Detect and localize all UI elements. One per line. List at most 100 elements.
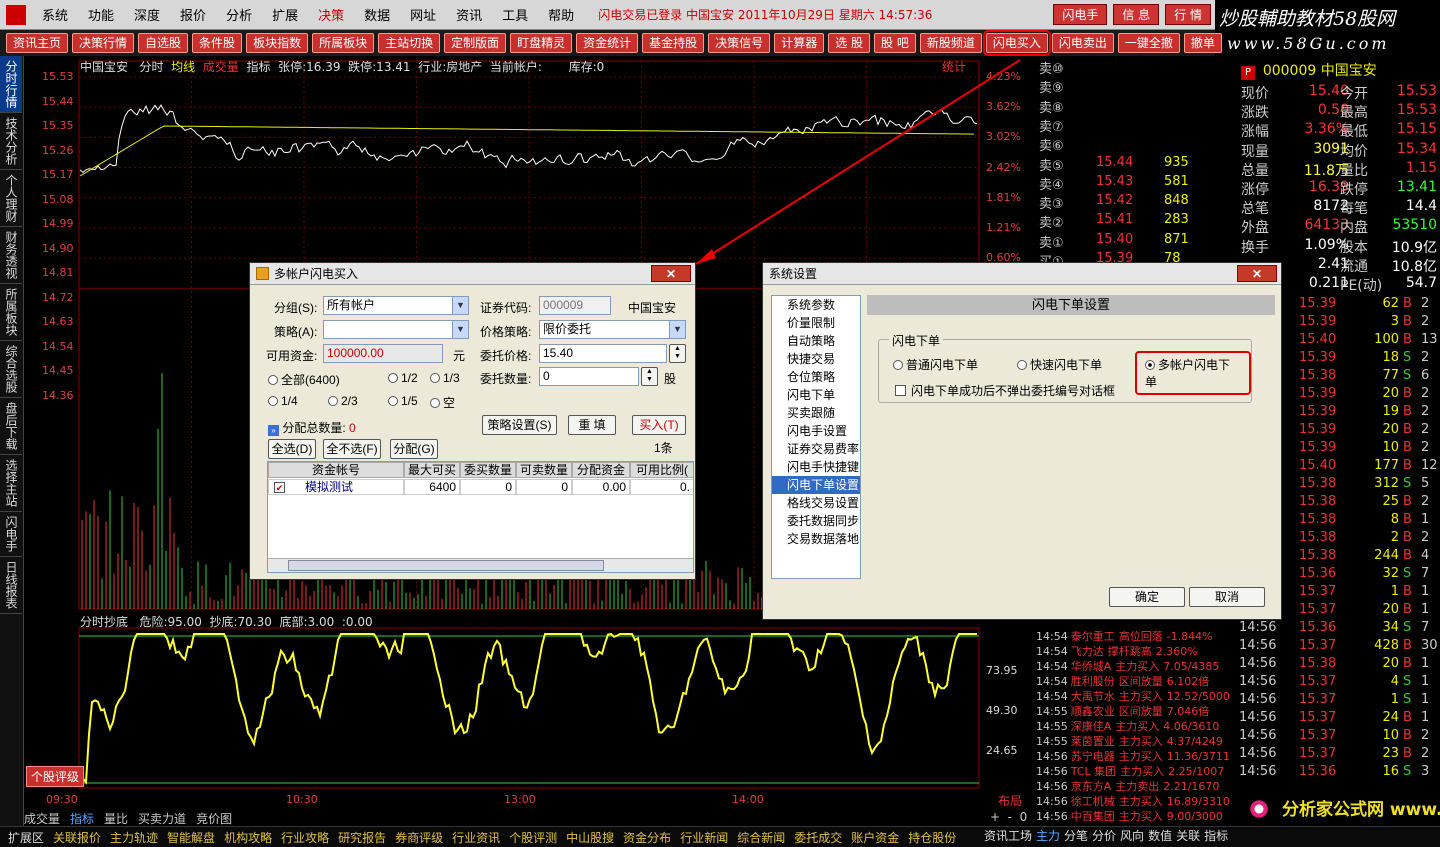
settings-menu-item[interactable]: 闪电手快捷键 bbox=[772, 458, 860, 476]
menu-item[interactable]: 工具 bbox=[492, 5, 538, 24]
toolbar-button[interactable]: 定制版面 bbox=[444, 33, 507, 53]
toolbar-button[interactable]: 决策信号 bbox=[708, 33, 771, 53]
ok-button[interactable]: 确定 bbox=[1109, 587, 1185, 607]
flash-order-mode-radio[interactable]: 多帐户闪电下单 bbox=[1135, 351, 1251, 395]
buy-button[interactable]: 买入(T) bbox=[632, 415, 686, 435]
settings-menu-item[interactable]: 闪电下单设置 bbox=[772, 476, 860, 494]
menu-right-button[interactable]: 行 情 bbox=[1165, 4, 1211, 25]
settings-dialog-titlebar[interactable]: 系统设置 ✕ bbox=[763, 263, 1281, 285]
bottom-bar-item[interactable]: 研究报告 bbox=[338, 829, 386, 846]
news-row[interactable]: 14:54 飞力达 撑杆跳高 2.360% bbox=[1036, 643, 1238, 658]
chart-bottom-tab[interactable]: 量比 bbox=[104, 810, 128, 827]
left-tab[interactable]: 日线报表 bbox=[0, 557, 22, 614]
news-row[interactable]: 14:56 京东方A 主力卖出 2.21/1670 bbox=[1036, 778, 1238, 793]
group-select[interactable]: 所有帐户 ▼ bbox=[323, 296, 469, 315]
toolbar-button[interactable]: 基金持股 bbox=[642, 33, 705, 53]
settings-menu-item[interactable]: 系统参数 bbox=[772, 296, 860, 314]
chart-volume[interactable]: 成交量 bbox=[203, 60, 239, 74]
layout-button[interactable]: 布局 bbox=[998, 792, 1022, 809]
menu-item[interactable]: 功能 bbox=[78, 5, 124, 24]
toolbar-button[interactable]: 计算器 bbox=[774, 33, 825, 53]
right-bottom-tab[interactable]: 主力 bbox=[1036, 827, 1060, 844]
bottom-bar-item[interactable]: 中山股搜 bbox=[566, 829, 614, 846]
no-popup-checkbox[interactable]: 闪电下单成功后不弹出委托编号对话框 bbox=[895, 382, 1115, 399]
menu-item[interactable]: 数据 bbox=[354, 5, 400, 24]
right-bottom-tab[interactable]: 分笔 bbox=[1064, 827, 1088, 844]
news-row[interactable]: 14:55 顺鑫农业 区间放量 7.046倍 bbox=[1036, 703, 1238, 718]
menu-item[interactable]: 帮助 bbox=[538, 5, 584, 24]
radio-circle[interactable] bbox=[388, 373, 398, 383]
radio-circle[interactable] bbox=[893, 360, 903, 370]
collapse-icon[interactable]: » bbox=[268, 425, 279, 436]
book-row[interactable]: 卖② 15.41 283 bbox=[1036, 212, 1214, 231]
book-row[interactable]: 卖⑥ bbox=[1036, 135, 1214, 154]
scrollbar-thumb[interactable] bbox=[288, 560, 604, 571]
news-row[interactable]: 14:55 莱茵置业 主力买入 4.37/4249 bbox=[1036, 733, 1238, 748]
left-tab[interactable]: 技术分析 bbox=[0, 113, 22, 170]
right-bottom-tab[interactable]: 分价 bbox=[1092, 827, 1116, 844]
bottom-bar-item[interactable]: 个股评测 bbox=[509, 829, 557, 846]
account-checkbox[interactable]: ✔ bbox=[274, 482, 285, 493]
news-row[interactable]: 14:55 深康佳A 主力买入 4.06/3610 bbox=[1036, 718, 1238, 733]
chevron-down-icon[interactable]: ▼ bbox=[452, 297, 468, 314]
radio-circle[interactable] bbox=[1017, 360, 1027, 370]
bottom-bar-item[interactable]: 机构攻略 bbox=[224, 829, 272, 846]
select-all-button[interactable]: 全选(D) bbox=[268, 439, 316, 459]
chart-zoom[interactable]: + - 0 bbox=[990, 810, 1027, 824]
left-tab[interactable]: 盘后下载 bbox=[0, 398, 22, 455]
qty-ratio-radio[interactable]: 全部(6400) bbox=[268, 371, 340, 388]
toolbar-button[interactable]: 条件股 bbox=[192, 33, 243, 53]
left-tab[interactable]: 闪电手 bbox=[0, 512, 22, 557]
qty-input[interactable]: 0 bbox=[539, 367, 639, 386]
tick-row[interactable]: 14:56 15.37 4 S 1 bbox=[1237, 674, 1440, 692]
left-tab[interactable]: 分时行情 bbox=[0, 56, 22, 113]
chart-bottom-tab[interactable]: 成交量 bbox=[24, 810, 60, 827]
qty-stepper[interactable]: ▲ ▼ bbox=[641, 367, 658, 386]
settings-menu-item[interactable]: 委托数据同步 bbox=[772, 512, 860, 530]
radio-circle[interactable] bbox=[388, 396, 398, 406]
radio-circle[interactable] bbox=[328, 396, 338, 406]
toolbar-button[interactable]: 所属板块 bbox=[312, 33, 375, 53]
chart-bottom-tab[interactable]: 买卖力道 bbox=[138, 810, 186, 827]
qty-ratio-radio[interactable]: 空 bbox=[430, 394, 455, 411]
settings-menu-item[interactable]: 价量限制 bbox=[772, 314, 860, 332]
news-row[interactable]: 14:56 苏宁电器 主力买入 11.36/3711 bbox=[1036, 748, 1238, 763]
right-bottom-tab[interactable]: 指标 bbox=[1204, 827, 1228, 844]
chevron-down-icon[interactable]: ▼ bbox=[669, 321, 685, 338]
toolbar-button[interactable]: 股 吧 bbox=[874, 33, 916, 53]
menu-item[interactable]: 网址 bbox=[400, 5, 446, 24]
grid-cell[interactable]: 0 bbox=[516, 479, 572, 495]
news-row[interactable]: 14:54 胜利股份 区间放量 6.102倍 bbox=[1036, 673, 1238, 688]
tick-row[interactable]: 14:56 15.37 10 B 2 bbox=[1237, 728, 1440, 746]
menu-item[interactable]: 分析 bbox=[216, 5, 262, 24]
news-feed[interactable]: 14:54 泰尔重工 高位回落 -1.844% 14:54 飞力达 撑杆跳高 2.360% 14… bbox=[1036, 626, 1238, 826]
toolbar-button[interactable]: 资讯主页 bbox=[6, 33, 69, 53]
bottom-bar-item[interactable]: 综合新闻 bbox=[737, 829, 785, 846]
left-tab[interactable]: 所属板块 bbox=[0, 284, 22, 341]
grid-column-header[interactable]: 分配资金 bbox=[572, 462, 630, 478]
strategy-settings-button[interactable]: 策略设置(S) bbox=[482, 415, 557, 435]
menu-right-button[interactable]: 信 息 bbox=[1113, 4, 1160, 25]
toolbar-button[interactable]: 板块指数 bbox=[246, 33, 309, 53]
toolbar-button[interactable]: 选 股 bbox=[828, 33, 871, 53]
book-row[interactable]: 卖⑦ bbox=[1036, 116, 1214, 135]
checkbox-box[interactable] bbox=[895, 385, 906, 396]
toolbar-button[interactable]: 新股频道 bbox=[919, 33, 982, 53]
grid-cell[interactable]: 6400 bbox=[404, 479, 460, 495]
allocate-button[interactable]: 分配(G) bbox=[390, 439, 438, 459]
radio-circle[interactable] bbox=[430, 398, 440, 408]
bottom-bar-item[interactable]: 券商评级 bbox=[395, 829, 443, 846]
settings-menu-item[interactable]: 交易数据落地 bbox=[772, 530, 860, 548]
flash-order-mode-radio[interactable]: 普通闪电下单 bbox=[893, 356, 978, 373]
tick-row[interactable]: 14:56 15.36 16 S 3 bbox=[1237, 764, 1440, 782]
grid-column-header[interactable]: 可用比例( bbox=[630, 462, 693, 478]
right-bottom-tab[interactable]: 风向 bbox=[1120, 827, 1144, 844]
tick-row[interactable]: 14:56 15.38 20 B 1 bbox=[1237, 656, 1440, 674]
chart-avg-line[interactable]: 均线 bbox=[171, 60, 195, 74]
qty-ratio-radio[interactable]: 1/3 bbox=[430, 371, 460, 385]
qty-ratio-radio[interactable]: 1/2 bbox=[388, 371, 418, 385]
tick-row[interactable]: 14:56 15.37 24 B 1 bbox=[1237, 710, 1440, 728]
bottom-bar-item[interactable]: 关联报价 bbox=[53, 829, 101, 846]
left-tab[interactable]: 综合选股 bbox=[0, 341, 22, 398]
menu-item[interactable]: 扩展 bbox=[262, 5, 308, 24]
